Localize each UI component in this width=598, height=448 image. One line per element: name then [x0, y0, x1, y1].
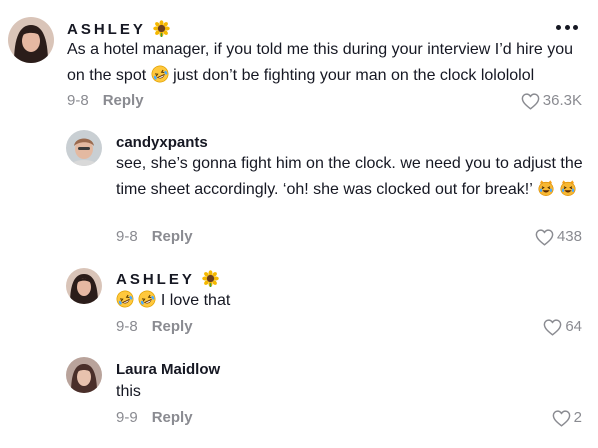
- comment-text: I love that: [116, 288, 586, 314]
- avatar-image: [66, 130, 102, 166]
- like-count: 36.3K: [542, 92, 582, 109]
- like-count: 2: [573, 409, 582, 426]
- like-count: 64: [565, 318, 582, 335]
- comment-text: this: [116, 383, 141, 400]
- heart-outline-icon: [535, 229, 554, 246]
- heart-outline-icon: [543, 319, 562, 336]
- comment-author[interactable]: Laura Maidlow: [116, 361, 220, 379]
- like-button[interactable]: 2: [552, 409, 582, 427]
- avatar-image: [8, 17, 54, 63]
- comment-date: 9-8: [116, 318, 138, 335]
- avatar[interactable]: [66, 357, 102, 393]
- cat-with-tears-of-joy-emoji: [537, 179, 555, 197]
- like-button[interactable]: 36.3K: [521, 92, 582, 110]
- avatar[interactable]: [8, 17, 54, 63]
- comment-meta: 9-9 Reply: [116, 409, 193, 427]
- heart-outline-icon: [552, 410, 571, 427]
- comment-date: 9-8: [116, 228, 138, 245]
- comment-meta: 9-8 Reply: [116, 228, 193, 246]
- like-button[interactable]: 64: [543, 318, 582, 336]
- like-button[interactable]: 438: [535, 228, 582, 246]
- comment-date: 9-8: [67, 92, 89, 109]
- comment-author[interactable]: ASHLEY: [116, 270, 219, 289]
- reply-button[interactable]: Reply: [152, 409, 193, 426]
- comment-text: As a hotel manager, if you told me this …: [67, 41, 574, 84]
- rolling-on-floor-laughing-emoji: [151, 65, 169, 83]
- sunflower-icon: [153, 20, 170, 37]
- like-count: 438: [556, 228, 582, 245]
- reply-button[interactable]: Reply: [152, 228, 193, 245]
- reply-button[interactable]: Reply: [103, 92, 144, 109]
- comment-author[interactable]: candyxpants: [116, 134, 208, 152]
- comment-meta: 9-8 Reply: [67, 92, 144, 110]
- reply-button[interactable]: Reply: [152, 318, 193, 335]
- avatar[interactable]: [66, 268, 102, 304]
- avatar-image: [66, 357, 102, 393]
- sunflower-icon: [202, 270, 219, 287]
- heart-outline-icon: [521, 93, 540, 110]
- comment-text: see, she’s gonna fight him on the clock.…: [116, 155, 583, 198]
- avatar-image: [66, 268, 102, 304]
- comment-date: 9-9: [116, 409, 138, 426]
- cat-with-tears-of-joy-emoji: [559, 179, 577, 197]
- rolling-on-floor-laughing-emoji: [116, 290, 134, 308]
- avatar[interactable]: [66, 130, 102, 166]
- rolling-on-floor-laughing-emoji: [138, 290, 156, 308]
- more-options-icon[interactable]: [556, 23, 578, 31]
- comment-meta: 9-8 Reply: [116, 318, 193, 336]
